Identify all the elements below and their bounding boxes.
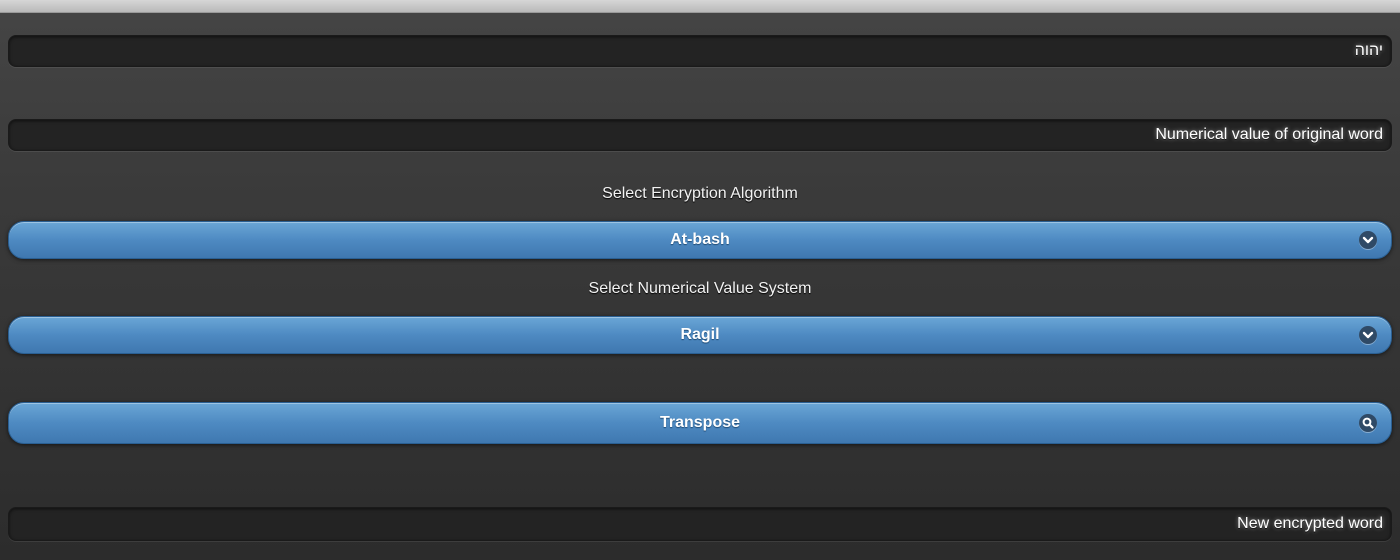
encryption-select[interactable]: At-bash bbox=[8, 221, 1392, 259]
original-value-placeholder: Numerical value of original word bbox=[1155, 126, 1383, 143]
encryption-selected-value: At-bash bbox=[670, 231, 730, 248]
chevron-down-icon bbox=[1359, 326, 1377, 344]
value-system-selected-value: Ragil bbox=[680, 326, 720, 343]
word-input-value: יהוה bbox=[1354, 42, 1383, 59]
search-icon bbox=[1359, 414, 1377, 432]
top-strip bbox=[0, 0, 1400, 13]
result-field[interactable]: New encrypted word bbox=[8, 507, 1392, 541]
word-input[interactable]: יהוה bbox=[8, 35, 1392, 67]
transpose-button-label: Transpose bbox=[659, 414, 741, 431]
chevron-down-icon bbox=[1359, 231, 1377, 249]
result-placeholder: New encrypted word bbox=[1237, 515, 1383, 532]
encryption-label: Select Encryption Algorithm bbox=[602, 185, 798, 202]
value-system-label: Select Numerical Value System bbox=[588, 280, 812, 297]
transpose-button[interactable]: Transpose bbox=[8, 402, 1392, 444]
value-system-select[interactable]: Ragil bbox=[8, 316, 1392, 354]
original-value-field[interactable]: Numerical value of original word bbox=[8, 119, 1392, 151]
